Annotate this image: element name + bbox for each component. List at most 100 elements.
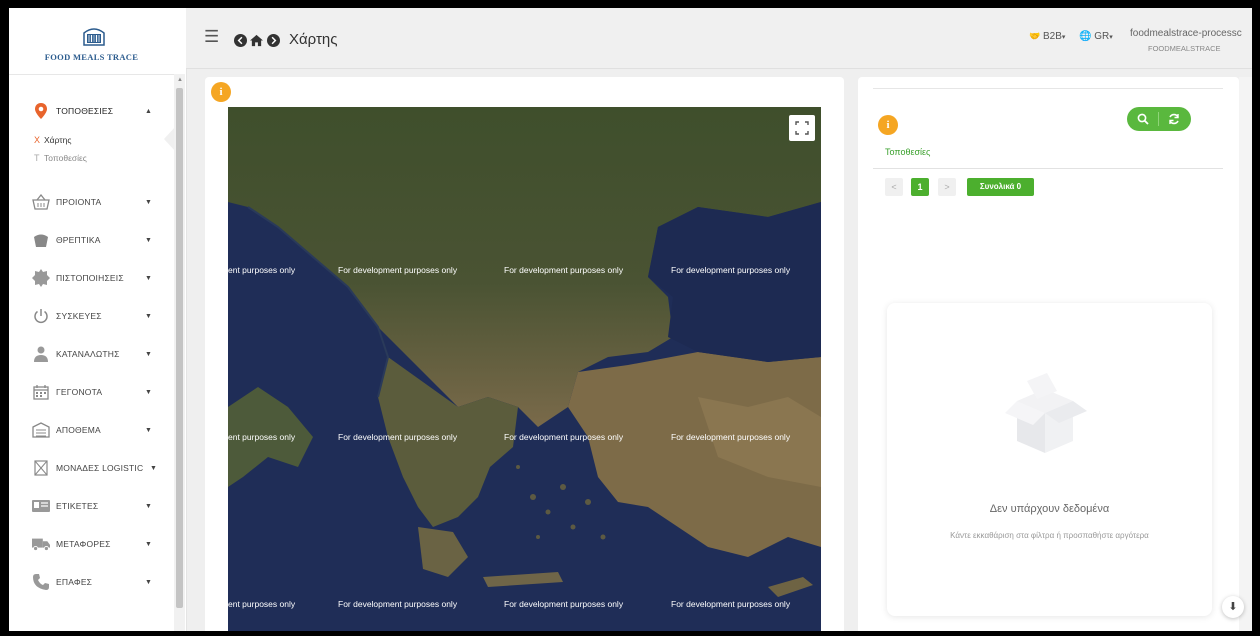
sidebar-item-nutrition[interactable]: ΘΡΕΠΤΙΚΑ ▼ [9, 225, 174, 255]
satellite-map-image [228, 107, 821, 631]
chevron-down-icon: ▼ [145, 578, 152, 586]
subitem-mark: X [34, 135, 41, 145]
sidebar-item-label: ΓΕΓΟΝΟΤΑ [56, 387, 103, 397]
search-icon[interactable] [1137, 113, 1149, 125]
map-watermark: For development purposes only [504, 265, 624, 275]
empty-state: Δεν υπάρχουν δεδομένα Κάντε εκκαθάριση σ… [887, 303, 1212, 616]
sidebar-item-devices[interactable]: ΣΥΣΚΕΥΕΣ ▼ [9, 301, 174, 331]
tab-locations[interactable]: Τοποθεσίες [885, 147, 930, 157]
sidebar-subitem-locations[interactable]: T Τοποθεσίες [9, 148, 174, 168]
sidebar-scrollbar-thumb[interactable] [176, 88, 183, 608]
sidebar-item-products[interactable]: ΠΡΟΙΟΝΤΑ ▼ [9, 187, 174, 217]
mode-label: B2B [1043, 31, 1062, 42]
home-icon[interactable] [250, 34, 263, 47]
sidebar-item-certifications[interactable]: ΠΙΣΤΟΠΟΙΗΣΕΙΣ ▼ [9, 263, 174, 293]
sidebar-item-transports[interactable]: ΜΕΤΑΦΟΡΕΣ ▼ [9, 529, 174, 559]
language-dropdown[interactable]: 🌐 GR▾ [1079, 31, 1113, 42]
panel-scrollbar[interactable] [1239, 77, 1252, 631]
map-watermark: For development purposes only [671, 599, 791, 609]
chevron-up-icon: ▲ [145, 107, 152, 115]
map-watermark: For development purposes only [338, 599, 458, 609]
handshake-icon: 🤝 [1029, 31, 1041, 41]
chevron-down-icon: ▼ [150, 464, 157, 472]
sidebar-item-label: ΜΕΤΑΦΟΡΕΣ [56, 539, 111, 549]
sidebar-item-contacts[interactable]: ΕΠΑΦΕΣ ▼ [9, 567, 174, 597]
forward-icon[interactable] [267, 34, 280, 47]
next-page-button[interactable]: > [938, 178, 956, 196]
divider [873, 168, 1223, 169]
panel-action-buttons [1127, 107, 1191, 131]
empty-title: Δεν υπάρχουν δεδομένα [989, 503, 1110, 515]
map-watermark: For development purposes only [671, 432, 791, 442]
logo[interactable]: FOOD MEALS TRACE [9, 8, 174, 75]
phone-icon [32, 573, 50, 591]
logo-text: FOOD MEALS TRACE [44, 52, 139, 62]
sidebar-item-locations[interactable]: ΤΟΠΟΘΕΣΙΕΣ ▲ [9, 96, 174, 126]
sidebar-item-label: ΘΡΕΠΤΙΚΑ [56, 235, 101, 245]
chevron-down-icon: ▼ [145, 540, 152, 548]
power-icon [32, 307, 50, 325]
logistic-box-icon [32, 459, 50, 477]
fullscreen-button[interactable] [789, 115, 815, 141]
chevron-down-icon: ▼ [145, 502, 152, 510]
sidebar-item-consumer[interactable]: ΚΑΤΑΝΑΛΩΤΗΣ ▼ [9, 339, 174, 369]
info-icon[interactable]: i [211, 82, 231, 102]
chevron-down-icon: ▼ [145, 312, 152, 320]
calendar-icon [32, 383, 50, 401]
b2b-dropdown[interactable]: 🤝 B2B▾ [1029, 31, 1065, 42]
caret-down-icon: ▾ [1109, 34, 1113, 41]
app-window: FOOD MEALS TRACE ΤΟΠΟΘΕΣΙΕΣ ▲ X Χάρτης T… [9, 8, 1252, 631]
language-label: GR [1094, 31, 1110, 42]
download-button[interactable]: ⬇ [1222, 596, 1244, 618]
download-icon: ⬇ [1228, 601, 1238, 613]
globe-icon: 🌐 [1079, 31, 1092, 42]
user-name[interactable]: foodmealstrace-processc [1130, 28, 1242, 39]
truck-icon [32, 535, 50, 553]
user-org: FOODMEALSTRACE [1148, 44, 1221, 53]
map-watermark: ent purposes only [228, 599, 296, 609]
refresh-icon[interactable] [1168, 113, 1180, 125]
sidebar-scrollbar[interactable]: ▲ [174, 74, 185, 631]
warehouse-icon [32, 421, 50, 439]
map-watermark: For development purposes only [504, 599, 624, 609]
map-watermark: ent purposes only [228, 265, 296, 275]
user-icon [32, 345, 50, 363]
info-icon[interactable]: i [878, 115, 898, 135]
chevron-down-icon: ▼ [145, 236, 152, 244]
nutrition-icon [32, 231, 50, 249]
sidebar-item-labels[interactable]: ΕΤΙΚΕΤΕΣ ▼ [9, 491, 174, 521]
sidebar-item-label: ΤΟΠΟΘΕΣΙΕΣ [56, 106, 114, 116]
subitem-label: Χάρτης [44, 135, 72, 145]
sidebar-item-label: ΠΙΣΤΟΠΟΙΗΣΕΙΣ [56, 273, 124, 283]
page-title: Χάρτης [289, 31, 338, 48]
current-page-button[interactable]: 1 [911, 178, 929, 196]
sidebar-item-label: ΚΑΤΑΝΑΛΩΤΗΣ [56, 349, 120, 359]
sidebar-subitem-map[interactable]: X Χάρτης [9, 130, 174, 150]
back-icon[interactable] [234, 34, 247, 47]
basket-icon [32, 193, 50, 211]
sidebar-item-stock[interactable]: ΑΠΟΘΕΜΑ ▼ [9, 415, 174, 445]
chevron-down-icon: ▼ [145, 350, 152, 358]
prev-page-button[interactable]: < [885, 178, 903, 196]
sidebar-item-events[interactable]: ΓΕΓΟΝΟΤΑ ▼ [9, 377, 174, 407]
chevron-down-icon: ▼ [145, 426, 152, 434]
top-header: ☰ Χάρτης 🤝 B2B▾ 🌐 GR▾ foodmealstrace-pro… [186, 8, 1252, 69]
sidebar-item-label: ΠΡΟΙΟΝΤΑ [56, 197, 102, 207]
scroll-up-icon[interactable]: ▲ [177, 77, 183, 83]
sidebar: FOOD MEALS TRACE ΤΟΠΟΘΕΣΙΕΣ ▲ X Χάρτης T… [9, 8, 187, 631]
map-view[interactable]: ent purposes only For development purpos… [228, 107, 821, 631]
divider [873, 88, 1223, 89]
divider [1158, 112, 1159, 126]
map-watermark: For development purposes only [338, 432, 458, 442]
certificate-seal-icon [32, 269, 50, 287]
total-count-badge: Συνολικά 0 [967, 178, 1034, 196]
map-watermark: For development purposes only [504, 432, 624, 442]
hamburger-icon[interactable]: ☰ [204, 27, 219, 47]
empty-box-icon [1005, 373, 1087, 453]
sidebar-item-label: ΕΤΙΚΕΤΕΣ [56, 501, 99, 511]
locations-panel: i Τοποθεσίες < 1 > Συνολικά 0 Δεν υπάρχο… [858, 77, 1239, 631]
chevron-down-icon: ▼ [145, 388, 152, 396]
sidebar-item-label: ΕΠΑΦΕΣ [56, 577, 93, 587]
sidebar-item-logistic-units[interactable]: ΜΟΝΑΔΕΣ LOGISTIC ▼ [9, 453, 174, 483]
chevron-down-icon: ▼ [145, 274, 152, 282]
